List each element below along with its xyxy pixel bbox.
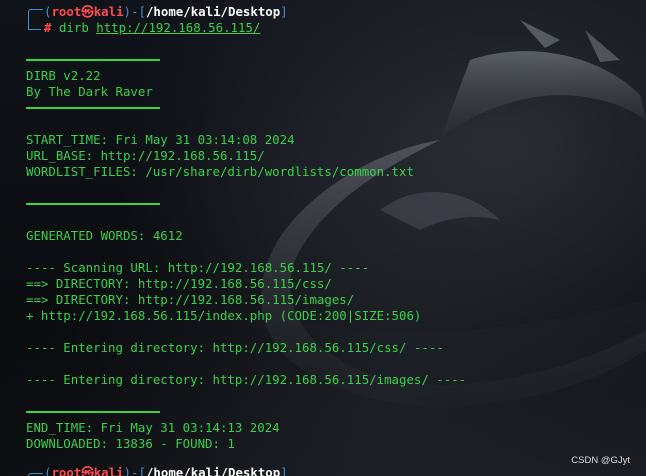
prompt-path: /home/kali/Desktop	[145, 4, 281, 19]
start-time: START_TIME: Fri May 31 03:14:08 2024	[26, 132, 295, 147]
generated-words: GENERATED WORDS: 4612	[26, 228, 183, 243]
found-file: + http://192.168.56.115/index.php (CODE:…	[26, 308, 422, 323]
command-url: http://192.168.56.115/	[96, 20, 261, 35]
separator-rule	[26, 107, 160, 109]
next-prompt-header: (root㉿kali)-[/home/kali/Desktop]	[44, 465, 288, 476]
terminal-window[interactable]: (root㉿kali)-[/home/kali/Desktop] # dirb …	[0, 0, 646, 476]
prompt-command-line: # dirb http://192.168.56.115/	[44, 20, 260, 36]
separator-rule	[26, 59, 160, 61]
separator-rule	[26, 411, 160, 413]
directory-css: ==> DIRECTORY: http://192.168.56.115/css…	[26, 276, 332, 291]
command-name: dirb	[58, 20, 89, 35]
csdn-watermark: CSDN @GJyt	[571, 455, 630, 466]
end-time: END_TIME: Fri May 31 03:14:13 2024	[26, 420, 280, 435]
entering-directory-css: ---- Entering directory: http://192.168.…	[26, 340, 444, 355]
separator-rule	[26, 203, 160, 205]
downloaded-summary: DOWNLOADED: 13836 - FOUND: 1	[26, 436, 235, 451]
banner-version: DIRB v2.22	[26, 68, 101, 83]
url-base: URL_BASE: http://192.168.56.115/	[26, 148, 265, 163]
prompt-header: (root㉿kali)-[/home/kali/Desktop]	[44, 4, 288, 19]
prompt-host: kali	[93, 4, 124, 19]
entering-directory-images: ---- Entering directory: http://192.168.…	[26, 372, 467, 387]
prompt-at-symbol: ㉿	[81, 4, 94, 19]
wordlist-files: WORDLIST_FILES: /usr/share/dirb/wordlist…	[26, 164, 414, 179]
scanning-url: ---- Scanning URL: http://192.168.56.115…	[26, 260, 370, 275]
directory-images: ==> DIRECTORY: http://192.168.56.115/ima…	[26, 292, 355, 307]
prompt-user: root	[51, 4, 82, 19]
banner-author: By The Dark Raver	[26, 84, 153, 99]
prompt-frame-bottom	[28, 20, 41, 30]
prompt-hash: #	[44, 20, 52, 35]
